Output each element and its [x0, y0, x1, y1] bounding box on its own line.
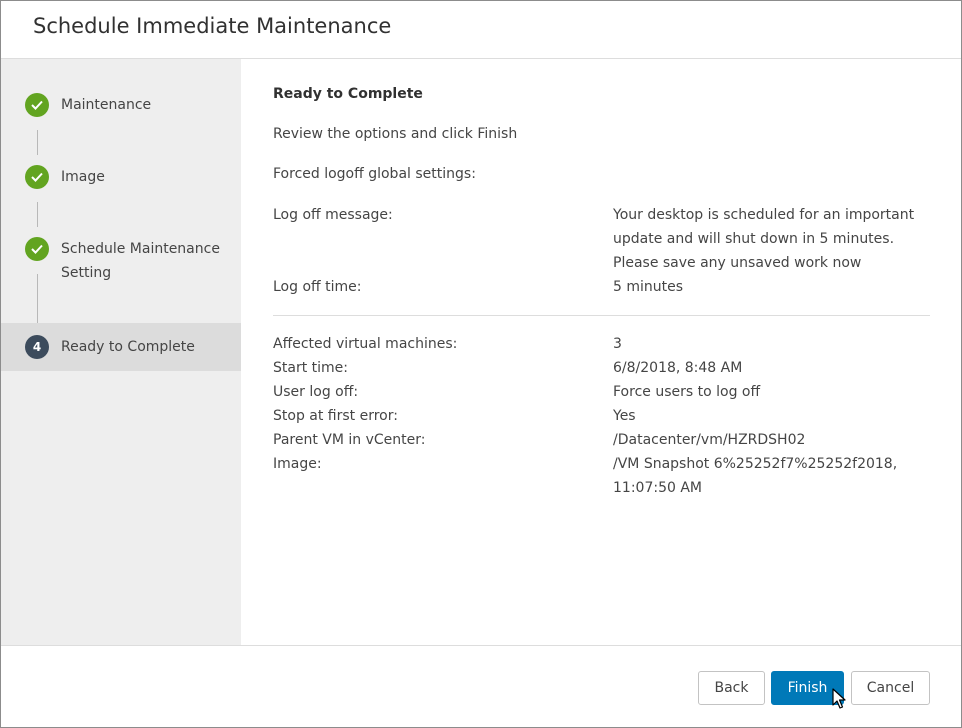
step-label: Maintenance [61, 97, 152, 113]
wizard-steps-sidebar: Maintenance Image Schedule Maintenance S… [1, 59, 241, 645]
panel-heading: Ready to Complete [273, 86, 423, 102]
detail-label: Image: [273, 456, 322, 472]
step-label: Ready to Complete [61, 339, 195, 355]
group-label: Forced logoff global settings: [273, 166, 476, 182]
detail-value: /Datacenter/vm/HZRDSH02 [613, 432, 806, 448]
step-number-badge: 4 [25, 335, 49, 359]
wizard-step-ready-to-complete[interactable]: 4 Ready to Complete [1, 323, 241, 371]
detail-value: Force users to log off [613, 384, 761, 400]
dialog-footer: Back Finish Cancel [1, 645, 961, 728]
step-complete-indicator [25, 93, 49, 117]
detail-label: Stop at first error: [273, 408, 398, 424]
detail-label: Affected virtual machines: [273, 336, 458, 352]
section-divider [273, 315, 930, 316]
step-complete-indicator [25, 237, 49, 261]
mouse-pointer-icon [832, 688, 846, 709]
checkmark-icon [31, 244, 43, 254]
checkmark-icon [31, 100, 43, 110]
step-connector [37, 274, 38, 323]
detail-value: Yes [613, 408, 636, 424]
logoff-time-value: 5 minutes [613, 279, 684, 295]
detail-label: Parent VM in vCenter: [273, 432, 426, 448]
detail-label: Start time: [273, 360, 348, 376]
logoff-time-label: Log off time: [273, 279, 362, 295]
step-label: Image [61, 169, 105, 185]
wizard-step-maintenance[interactable]: Maintenance [1, 93, 241, 117]
wizard-step-image[interactable]: Image [1, 165, 241, 189]
detail-value: 3 [613, 336, 622, 352]
step-connector [37, 202, 38, 227]
step-connector [37, 130, 38, 155]
logoff-message-label: Log off message: [273, 207, 393, 223]
logoff-message-value: Your desktop is scheduled for an importa… [613, 207, 915, 271]
detail-value: 6/8/2018, 8:48 AM [613, 360, 743, 376]
checkmark-icon [31, 172, 43, 182]
cancel-button[interactable]: Cancel [851, 671, 930, 705]
step-complete-indicator [25, 165, 49, 189]
back-button[interactable]: Back [698, 671, 765, 705]
detail-label: User log off: [273, 384, 359, 400]
dialog-title: Schedule Immediate Maintenance [33, 14, 392, 38]
step-label: Schedule Maintenance Setting [61, 241, 220, 281]
panel-instruction: Review the options and click Finish [273, 126, 518, 142]
detail-value: /VM Snapshot 6%25252f7%25252f2018, 11:07… [613, 456, 898, 496]
maintenance-dialog: Schedule Immediate Maintenance Maintenan… [0, 0, 962, 728]
dialog-header: Schedule Immediate Maintenance [1, 1, 961, 59]
